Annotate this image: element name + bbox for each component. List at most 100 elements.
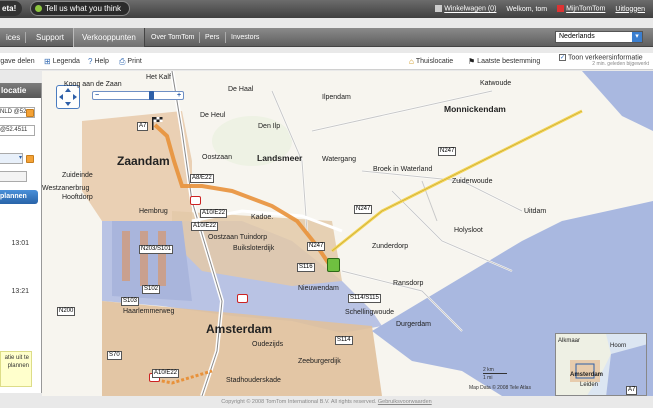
- page: { "topbar": { "beta_tab": "eta!", "feedb…: [0, 0, 653, 408]
- panel-title: locatie: [0, 83, 41, 98]
- print-button[interactable]: ⎙ Print: [119, 53, 142, 70]
- help-orange-icon[interactable]: [26, 155, 34, 163]
- help-icon: ?: [88, 57, 93, 66]
- map-label: Zuideinde: [62, 172, 93, 179]
- map-label: Ransdorp: [393, 280, 424, 287]
- plan-route-button[interactable]: plannen: [0, 190, 38, 204]
- road-shield: S70: [107, 351, 122, 360]
- map-label: Buiksloterdijk: [233, 245, 275, 252]
- nav-services[interactable]: ices: [0, 28, 28, 47]
- map-label: Den Ilp: [258, 123, 281, 130]
- minimap-label: Amsterdam: [570, 372, 604, 378]
- arrive-time: 13:21: [11, 288, 29, 295]
- logout-link[interactable]: Uitloggen: [615, 6, 645, 13]
- time-select[interactable]: [0, 171, 27, 182]
- cart-link[interactable]: Winkelwagen (0): [435, 5, 496, 13]
- minimap-label: Hoorn: [610, 343, 627, 349]
- checkered-flag-icon: ⚑: [468, 57, 476, 66]
- chevron-down-icon: ▾: [632, 32, 642, 42]
- map-label: Oostzaan Tuindorp: [208, 234, 268, 241]
- map-label: Ilpendam: [322, 94, 351, 101]
- map-label: Westzanerbrug: [42, 185, 90, 192]
- traffic-incident-icon[interactable]: [190, 196, 201, 205]
- map-label: Kadoe.: [251, 214, 274, 221]
- pan-control[interactable]: [56, 85, 80, 109]
- main-nav: ices Support Verkooppunten Over TomTom P…: [0, 28, 653, 47]
- nav-support[interactable]: Support: [28, 28, 72, 47]
- home-location-button[interactable]: ⌂ Thuislocatie: [409, 53, 453, 70]
- map-label: Oudezijds: [252, 341, 284, 348]
- nav-stores[interactable]: Verkooppunten: [73, 28, 145, 47]
- road-shield: S103: [121, 297, 140, 306]
- map-label: Schellingwoude: [345, 309, 395, 316]
- road-shield: S114: [335, 336, 353, 345]
- road-shield: A7: [626, 386, 638, 395]
- mytomtom-link[interactable]: MijnTomTom: [557, 5, 605, 13]
- nav-investors[interactable]: Investors: [231, 28, 259, 47]
- zoom-thumb[interactable]: [149, 91, 154, 100]
- feedback-icon: [35, 5, 42, 12]
- map-label: Broek in Waterland: [373, 166, 433, 173]
- map-label: Zeeburgerdijk: [298, 358, 341, 365]
- minimap-label: Leiden: [580, 382, 599, 388]
- nav-divider: [225, 32, 226, 43]
- map-label: Zuiderwoude: [452, 178, 493, 185]
- map-attribution: Map Data © 2008 Tele Atlas: [469, 385, 531, 391]
- nav-press[interactable]: Pers: [205, 28, 219, 47]
- print-icon: ⎙: [119, 57, 126, 66]
- swap-icon[interactable]: [26, 109, 34, 117]
- feedback-label: Tell us what you think: [45, 4, 122, 13]
- map-label: De Heul: [200, 112, 226, 119]
- destination-pin-icon[interactable]: [327, 258, 340, 272]
- route-panel: locatie NLD @52. @52.4511 ▾ plannen 13:0…: [0, 83, 42, 393]
- cart-icon: [435, 5, 443, 13]
- map-label: Holysloot: [454, 227, 483, 234]
- map-label: Katwoude: [480, 80, 512, 87]
- terms-link[interactable]: Gebruiksvoorwaarden: [378, 399, 432, 405]
- map-label: Oostzaan: [202, 154, 232, 161]
- zoom-slider[interactable]: − +: [92, 91, 184, 100]
- map-label: Amsterdam: [206, 322, 273, 336]
- map-label: Hembrug: [139, 208, 168, 215]
- map-label: Haarlemmerweg: [123, 308, 175, 315]
- zoom-in-button[interactable]: +: [175, 92, 183, 99]
- home-icon: ⌂: [409, 57, 414, 66]
- scale-mi-bar: 1 mi: [483, 375, 493, 381]
- road-shield: N203/S101: [139, 245, 174, 254]
- share-view-button[interactable]: rgave delen: [0, 53, 35, 70]
- language-select[interactable]: Nederlands ▾: [555, 31, 643, 43]
- map-label: Uitdam: [524, 208, 547, 215]
- map-label: Stadhouderskade: [226, 377, 281, 384]
- road-shield: N247: [438, 147, 457, 156]
- start-flag-icon[interactable]: [150, 116, 164, 130]
- traffic-updated: 2 min. geleden bijgewerkt: [592, 61, 649, 68]
- road-shield: S102: [142, 285, 161, 294]
- legend-button[interactable]: ⊞ Legenda: [44, 53, 80, 70]
- last-destination-button[interactable]: ⚑ Laatste bestemming: [468, 53, 540, 70]
- road-shield: N247: [354, 205, 373, 214]
- copyright: Copyright © 2008 TomTom International B.…: [221, 399, 377, 405]
- overview-minimap[interactable]: Alkmaar Hoorn Amsterdam Leiden A7: [555, 333, 647, 396]
- map-label: Durgerdam: [396, 321, 432, 328]
- map-label: Zunderdorp: [372, 243, 409, 250]
- traffic-checkbox[interactable]: ✓: [559, 54, 566, 61]
- account-links: Winkelwagen (0) Welkom, tom MijnTomTom U…: [435, 0, 645, 18]
- traffic-toggle[interactable]: ✓ Toon verkeersinformatie 2 min. geleden …: [559, 54, 649, 67]
- map-label: De Haal: [228, 86, 254, 93]
- to-field[interactable]: @52.4511: [0, 125, 35, 136]
- route-type-select[interactable]: ▾: [0, 153, 23, 164]
- nav-about[interactable]: Over TomTom: [151, 28, 194, 47]
- mytomtom-icon: [557, 5, 565, 13]
- map-label: Watergang: [322, 156, 356, 163]
- pan-arrows-icon: [59, 88, 77, 106]
- zoom-out-button[interactable]: −: [93, 92, 101, 99]
- traffic-incident-icon[interactable]: [237, 294, 248, 303]
- feedback-button[interactable]: Tell us what you think: [30, 1, 131, 16]
- nav-divider: [199, 32, 200, 43]
- beta-badge: eta!: [0, 1, 23, 16]
- road-shield: A7: [137, 122, 149, 131]
- map-toolbar: rgave delen ⊞ Legenda ? Help ⎙ Print ⌂ Thuis…: [0, 53, 653, 70]
- help-button[interactable]: ? Help: [88, 53, 109, 70]
- welcome-text: Welkom, tom: [506, 5, 548, 13]
- map-canvas[interactable]: − + Het Kalf Koog aan de Zaan De Haal De…: [42, 71, 653, 396]
